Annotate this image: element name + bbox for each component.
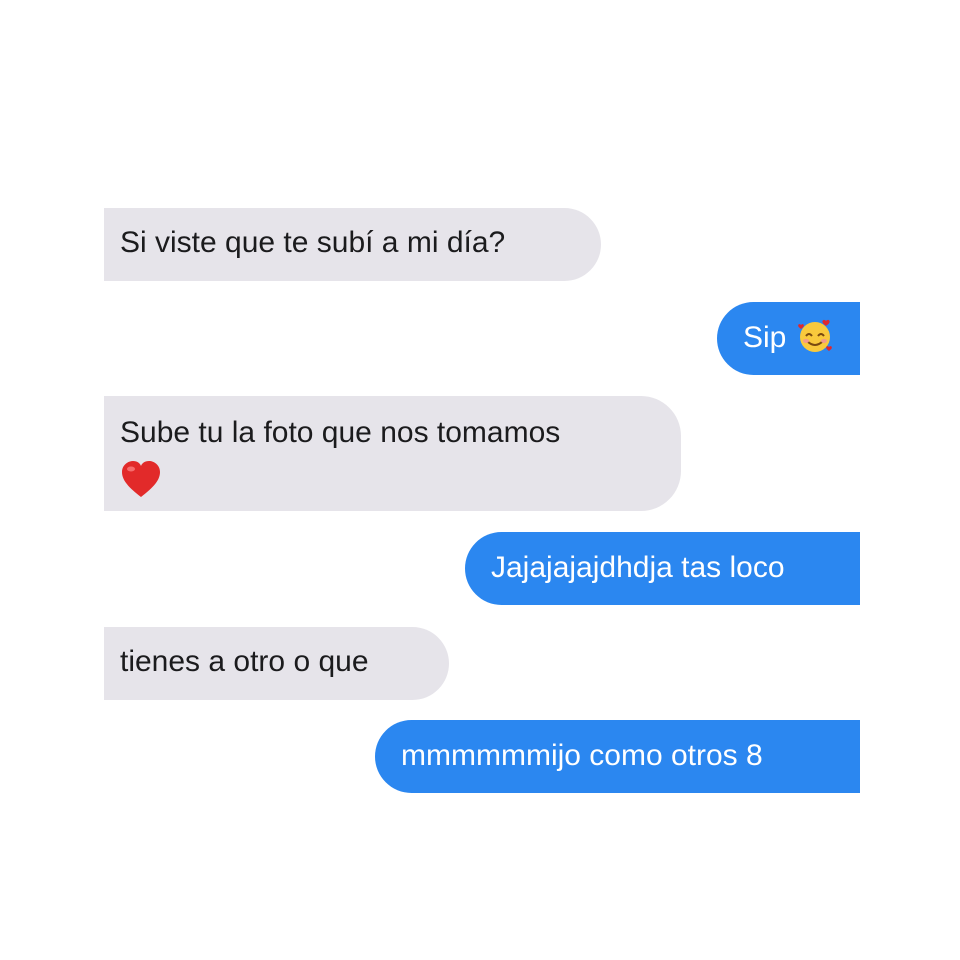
incoming-message-bubble[interactable]: Si viste que te subí a mi día?: [104, 208, 601, 281]
message-text: Si viste que te subí a mi día?: [120, 226, 506, 259]
message-text: tienes a otro o que: [120, 645, 369, 678]
incoming-message-bubble[interactable]: Sube tu la foto que nos tomamos: [104, 396, 681, 511]
outgoing-message-bubble[interactable]: Sip: [717, 302, 860, 375]
chat-thread: Si viste que te subí a mi día? Sip Sube …: [0, 0, 960, 960]
message-text: Sip: [743, 321, 787, 354]
message-text: mmmmmmijo como otros 8: [401, 739, 763, 772]
message-text: Sube tu la foto que nos tomamos: [120, 416, 561, 449]
outgoing-message-bubble[interactable]: Jajajajajdhdja tas loco: [465, 532, 860, 605]
smiling-face-with-hearts-icon: [796, 317, 834, 355]
incoming-message-bubble[interactable]: tienes a otro o que: [104, 627, 449, 700]
red-heart-icon: [120, 460, 162, 500]
outgoing-message-bubble[interactable]: mmmmmmijo como otros 8: [375, 720, 860, 793]
message-text: Jajajajajdhdja tas loco: [491, 551, 785, 584]
